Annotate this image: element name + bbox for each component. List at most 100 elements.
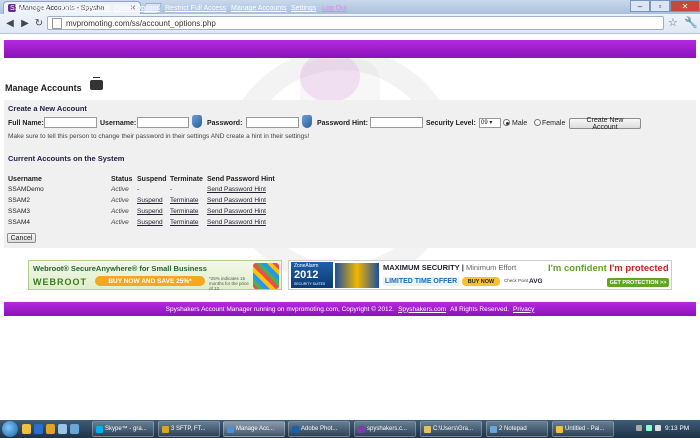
avg-get-protection-button[interactable]: GET PROTECTION >> [607,278,669,287]
desktop-quicklaunch-icon[interactable] [58,424,67,434]
current-accounts-heading: Current Accounts on the System [8,154,125,163]
taskbar-clock[interactable]: 9:13 PM [665,425,689,432]
username-label: Username: [100,120,137,127]
full-name-input[interactable] [44,117,97,128]
nav-manage-accounts-link[interactable]: Manage Accounts [231,5,287,12]
tray-arrow-icon[interactable] [636,425,642,431]
taskbar-item[interactable]: 2 Notepad [486,421,548,437]
taskbar-item-label: Skype™ - gra... [105,426,147,432]
taskbar-item[interactable]: C:\Users\Gra... [420,421,482,437]
watermark-ball [300,52,360,102]
ie-quicklaunch-icon[interactable] [34,424,43,434]
nav-brand: SSAMDemo [10,5,49,12]
maximize-button[interactable]: ▫ [650,0,670,12]
terminate-link[interactable]: Terminate [170,197,199,204]
create-account-button[interactable]: Create New Account [569,117,641,131]
zonealarm-suite: SECURITY SUITES [294,282,326,286]
checkpoint-logo: Check Point [504,278,529,283]
url-text: mvpromoting.com/ss/account_options.php [66,18,216,28]
taskbar-item[interactable]: 3 SFTP, FT... [158,421,220,437]
suspend-link[interactable]: Suspend [137,208,163,215]
security-level-select[interactable]: 09 ▾ [479,118,501,128]
nav-settings-link[interactable]: Settings [291,5,316,12]
reload-icon[interactable]: ↻ [32,16,46,30]
footer-rights: All Rights Reserved. [450,305,510,313]
skype-icon [96,425,103,433]
tray-network-icon[interactable] [646,425,652,431]
footer-spyshakers-link[interactable]: Spyshakers.com [398,306,446,313]
back-icon[interactable]: ◀ [3,16,17,30]
send-hint-link[interactable]: Send Password Hint [207,208,266,215]
password-hint-label: Password Hint: [317,120,368,127]
site-icon [358,425,365,433]
taskbar-item[interactable]: Manage Acc... [223,421,285,437]
suspend-link[interactable]: Suspend [137,197,163,204]
show-desktop-icon[interactable] [70,424,79,434]
taskbar-item-label: Adobe Phot... [301,426,338,432]
column-send-hint: Send Password Hint [207,176,275,183]
send-hint-link[interactable]: Send Password Hint [207,219,266,226]
webroot-ad-cta[interactable]: BUY NOW AND SAVE 25%* [95,276,205,286]
full-name-label: Full Name: [8,120,44,127]
row-terminate: - [170,186,173,193]
footer-text: Spyshakers Account Manager running on mv… [165,305,395,313]
send-hint-link[interactable]: Send Password Hint [207,197,266,204]
window-close-button[interactable]: ✕ [670,0,700,12]
start-button[interactable] [2,421,18,437]
taskbar-item-label: 3 SFTP, FT... [171,426,206,432]
address-bar[interactable]: mvpromoting.com/ss/account_options.php [47,16,664,30]
firefox-quicklaunch-icon[interactable] [46,424,55,434]
nav-new-link[interactable]: New Link [82,5,111,12]
taskbar-item-label: Manage Acc... [236,426,275,432]
male-radio[interactable] [503,119,510,126]
nav-logout-link[interactable]: Log Out [322,5,347,12]
photoshop-icon [292,425,299,433]
female-label: Female [542,120,566,127]
bookmark-star-icon[interactable]: ☆ [668,16,678,29]
password-hint-input[interactable] [370,117,423,128]
row-suspend: - [137,186,140,193]
forward-icon[interactable]: ▶ [18,16,32,30]
terminate-link[interactable]: Terminate [170,219,199,226]
avg-logo: AVG [529,278,543,285]
nav-restrict-access-link[interactable]: Restrict Full Access [165,5,226,12]
wrench-menu-icon[interactable]: 🔧 [684,16,698,29]
table-row: SSAM3 Active Suspend Terminate Send Pass… [8,208,278,218]
webroot-ad-title: Webroot® SecureAnywhere® for Small Busin… [33,264,207,273]
zonealarm-ad-banner[interactable]: ZoneAlarm 2012 SECURITY SUITES MAXIMUM S… [288,260,672,290]
footer-privacy-link[interactable]: Privacy [513,306,534,313]
zonealarm-buy-button[interactable]: BUY NOW [462,277,500,286]
explorer-quicklaunch-icon[interactable] [22,424,31,434]
send-hint-link[interactable]: Send Password Hint [207,186,266,193]
password-input[interactable] [246,117,299,128]
taskbar-item[interactable]: Adobe Phot... [288,421,350,437]
tray-volume-icon[interactable] [655,425,661,431]
table-row: SSAM4 Active Suspend Terminate Send Pass… [8,219,278,229]
terminate-link[interactable]: Terminate [170,208,199,215]
taskbar-item[interactable]: spyshakers.c... [354,421,416,437]
nav-home-link[interactable]: Home [58,5,77,12]
taskbar-item-label: C:\Users\Gra... [433,426,474,432]
webroot-ad-brand: WEBROOT [33,277,87,287]
minimize-button[interactable]: – [630,0,650,12]
avg-confident: I'm confident [548,263,607,274]
suspend-link[interactable]: Suspend [137,219,163,226]
male-label: Male [512,120,528,127]
password-note: Make sure to tell this person to change … [8,133,310,140]
taskbar-item-label: spyshakers.c... [367,426,408,432]
webroot-ad-banner[interactable]: Webroot® SecureAnywhere® for Small Busin… [28,260,282,291]
taskbar-item[interactable]: Untitled - Pai... [552,421,614,437]
folder-icon [424,425,431,433]
site-nav-bar [4,40,696,58]
product-boxes-image [335,263,379,288]
nav-folder-options-link[interactable]: Folder Options [114,5,160,12]
female-radio[interactable] [534,119,541,126]
row-username: SSAM4 [8,219,31,226]
cancel-button[interactable]: Cancel [7,233,36,243]
taskbar-item[interactable]: Skype™ - gra... [92,421,154,437]
row-status: Active [111,208,129,215]
zonealarm-year: 2012 [294,269,319,281]
zonealarm-min: Minimum Effort [465,263,517,272]
username-input[interactable] [137,117,189,128]
row-status: Active [111,186,129,193]
